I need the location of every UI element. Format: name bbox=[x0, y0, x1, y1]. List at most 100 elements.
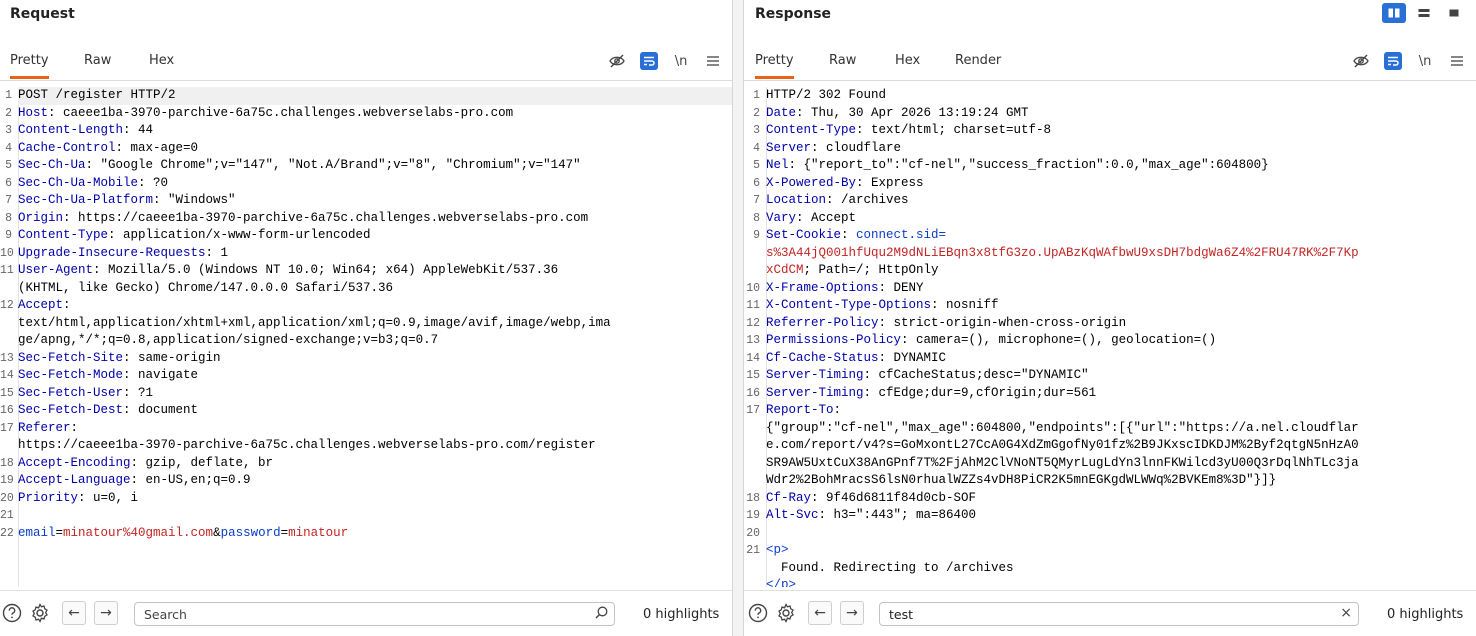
code-text: {"group":"cf-nel","max_age":604800,"endp… bbox=[766, 420, 1476, 438]
newline-toggle[interactable]: \n bbox=[672, 52, 690, 70]
line-number: 16 bbox=[746, 386, 760, 400]
header-value: : strict-origin-when-cross-origin bbox=[878, 315, 1127, 330]
request-search-input[interactable] bbox=[144, 606, 544, 622]
code-text: Nel: {"report_to":"cf-nel","success_frac… bbox=[766, 157, 1476, 175]
header-name: Priority bbox=[18, 490, 79, 505]
response-search-field[interactable]: × bbox=[879, 602, 1359, 626]
header-name: Set-Cookie bbox=[766, 228, 842, 242]
header-value: : DENY bbox=[878, 280, 924, 295]
line-number: 10 bbox=[0, 246, 14, 260]
tab-hex[interactable]: Hex bbox=[149, 50, 174, 79]
tab-pretty[interactable]: Pretty bbox=[755, 50, 794, 79]
next-match-button[interactable]: → bbox=[94, 601, 118, 625]
hide-nonprintable-icon[interactable] bbox=[608, 52, 626, 70]
request-editor[interactable]: 1 POST /register HTTP/2 2 Host: caeee1ba-39… bbox=[0, 87, 732, 587]
code-text: Permissions-Policy: camera=(), microphon… bbox=[766, 332, 1476, 350]
line-number: 6 bbox=[753, 176, 760, 190]
code-text: Set-Cookie: connect.sid= bbox=[766, 227, 1476, 245]
code-line: 6 X-Powered-By: Express bbox=[744, 175, 1476, 193]
line-number bbox=[744, 577, 766, 587]
header-value: : max-age=0 bbox=[115, 140, 199, 155]
header-value: : en-US,en;q=0.9 bbox=[130, 473, 251, 487]
code-line: 16 Server-Timing: cfEdge;dur=9,cfOrigin;d… bbox=[744, 385, 1476, 403]
code-line: xCdCM; Path=/; HttpOnly bbox=[744, 262, 1476, 280]
line-wrap-icon[interactable] bbox=[1384, 52, 1402, 70]
response-editor[interactable]: 1 HTTP/2 302 Found 2 Date: Thu, 30 Apr 2026… bbox=[744, 87, 1476, 587]
line-wrap-icon[interactable] bbox=[640, 52, 658, 70]
code-text: Priority: u=0, i bbox=[18, 490, 732, 508]
header-value: e.com/report/v4?s=GoMxontL27CcA0G4XdZmGg… bbox=[766, 438, 1359, 452]
code-text: Host: caeee1ba-3970-parchive-6a75c.chall… bbox=[18, 105, 732, 123]
code-text: https://caeee1ba-3970-parchive-6a75c.cha… bbox=[18, 437, 732, 455]
layout-side-by-side-icon[interactable] bbox=[1382, 3, 1406, 23]
code-line: 11 X-Content-Type-Options: nosniff bbox=[744, 297, 1476, 315]
code-line: 7 Sec-Ch-Ua-Platform: "Windows" bbox=[0, 192, 732, 210]
header-value: : same-origin bbox=[123, 350, 221, 365]
hide-nonprintable-icon[interactable] bbox=[1352, 52, 1370, 70]
code-line: text/html,application/xhtml+xml,applicat… bbox=[0, 315, 732, 333]
line-number: 21 bbox=[0, 509, 14, 522]
header-value: ; Path=/; HttpOnly bbox=[803, 263, 939, 277]
settings-gear-icon[interactable] bbox=[28, 601, 52, 625]
response-search-input[interactable] bbox=[889, 606, 1289, 622]
code-line: 5 Nel: {"report_to":"cf-nel","success_fra… bbox=[744, 157, 1476, 175]
header-name: Content-Type bbox=[18, 228, 109, 242]
code-line: 21 bbox=[0, 507, 732, 525]
code-text: Found. Redirecting to /archives bbox=[766, 560, 1476, 578]
header-value: : "Windows" bbox=[153, 193, 236, 207]
code-text: Content-Type: text/html; charset=utf-8 bbox=[766, 122, 1476, 140]
code-line: 18 Accept-Encoding: gzip, deflate, br bbox=[0, 455, 732, 473]
line-number: 15 bbox=[0, 386, 14, 400]
code-text: Date: Thu, 30 Apr 2026 13:19:24 GMT bbox=[766, 105, 1476, 123]
header-name: Alt-Svc bbox=[766, 508, 819, 522]
code-line: 8 Origin: https://caeee1ba-3970-parchive-… bbox=[0, 210, 732, 228]
header-value: POST /register HTTP/2 bbox=[18, 88, 176, 102]
code-text: X-Powered-By: Express bbox=[766, 175, 1476, 193]
header-value: : bbox=[70, 420, 79, 435]
code-line: 14 Sec-Fetch-Mode: navigate bbox=[0, 367, 732, 385]
line-number: 11 bbox=[0, 264, 14, 277]
layout-stacked-icon[interactable] bbox=[1412, 3, 1436, 23]
line-number: 6 bbox=[5, 176, 12, 190]
newline-toggle[interactable]: \n bbox=[1416, 52, 1434, 70]
prev-match-button[interactable]: ← bbox=[808, 601, 832, 625]
help-icon[interactable] bbox=[746, 601, 770, 625]
line-number: 4 bbox=[5, 141, 12, 155]
code-line: 4 Cache-Control: max-age=0 bbox=[0, 140, 732, 158]
tab-pretty[interactable]: Pretty bbox=[10, 50, 49, 79]
prev-match-button[interactable]: ← bbox=[62, 601, 86, 625]
header-value: : u=0, i bbox=[78, 490, 139, 505]
body-token: email bbox=[18, 525, 56, 540]
header-name: Permissions-Policy bbox=[766, 333, 902, 347]
line-number: 5 bbox=[5, 159, 12, 172]
line-number: 18 bbox=[746, 491, 760, 505]
line-number bbox=[0, 315, 18, 333]
tab-hex[interactable]: Hex bbox=[895, 50, 920, 79]
pane-splitter[interactable] bbox=[732, 0, 744, 636]
highlights-count: 0 highlights bbox=[1387, 607, 1464, 622]
layout-tabs-icon[interactable] bbox=[1442, 3, 1466, 23]
code-text: ge/apng,*/*;q=0.8,application/signed-exc… bbox=[18, 332, 732, 350]
settings-gear-icon[interactable] bbox=[774, 601, 798, 625]
tab-render[interactable]: Render bbox=[955, 50, 1001, 79]
line-number: 8 bbox=[5, 211, 12, 225]
tab-raw[interactable]: Raw bbox=[829, 50, 856, 79]
code-line: 4 Server: cloudflare bbox=[744, 140, 1476, 158]
line-number bbox=[744, 437, 766, 455]
code-text: Content-Length: 44 bbox=[18, 122, 732, 140]
help-icon[interactable] bbox=[0, 601, 24, 625]
menu-icon[interactable] bbox=[704, 52, 722, 70]
header-value: : bbox=[833, 403, 842, 417]
request-search-field[interactable] bbox=[134, 602, 615, 626]
request-editor-toolbar: \n bbox=[608, 51, 722, 71]
code-text: Server-Timing: cfEdge;dur=9,cfOrigin;dur… bbox=[766, 385, 1476, 403]
clear-search-icon[interactable]: × bbox=[1340, 605, 1352, 621]
next-match-button[interactable]: → bbox=[840, 601, 864, 625]
code-text: Wdr2%2BohMracsS6lsN0rhualWZZs4vDH8PiCR2K… bbox=[766, 472, 1476, 490]
tab-raw[interactable]: Raw bbox=[84, 50, 111, 79]
code-text: Sec-Ch-Ua-Platform: "Windows" bbox=[18, 192, 732, 210]
code-line: 6 Sec-Ch-Ua-Mobile: ?0 bbox=[0, 175, 732, 193]
line-number bbox=[0, 332, 18, 350]
menu-icon[interactable] bbox=[1448, 52, 1466, 70]
code-line: 14 Cf-Cache-Status: DYNAMIC bbox=[744, 350, 1476, 368]
